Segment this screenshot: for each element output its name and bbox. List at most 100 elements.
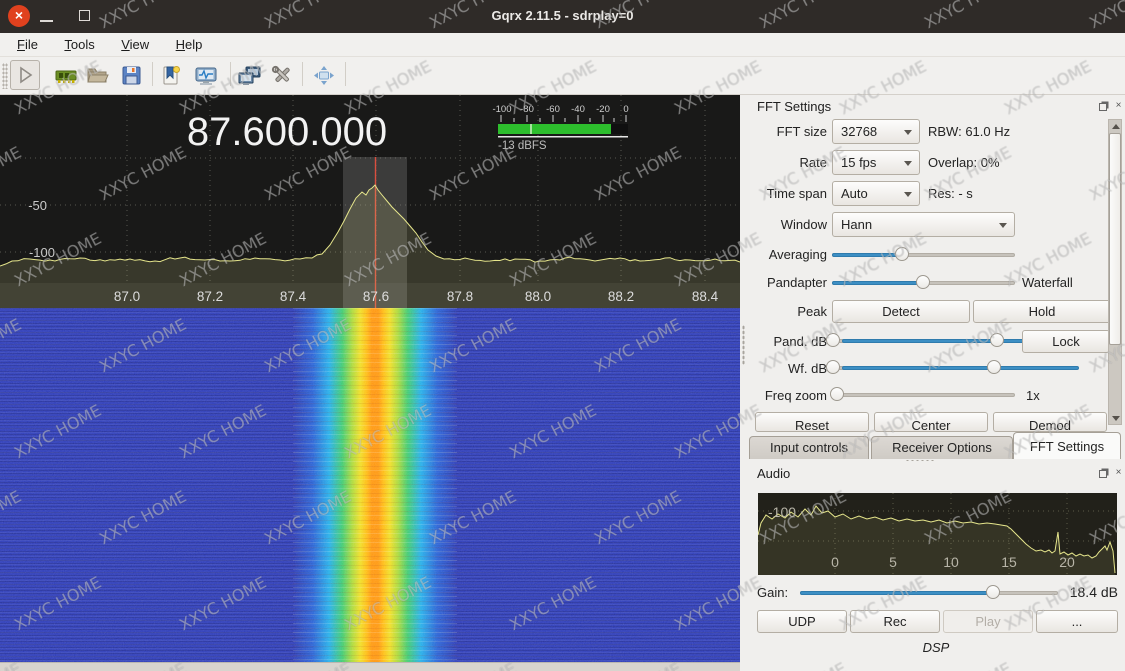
waterfall-display[interactable]: [0, 308, 740, 663]
scroll-down-icon[interactable]: [1112, 416, 1120, 421]
udp-button[interactable]: UDP: [757, 610, 847, 633]
fft-size-value: 32768: [841, 124, 877, 139]
svg-text:0: 0: [831, 554, 839, 570]
fft-size-label: FFT size: [747, 124, 827, 139]
save-settings-button[interactable]: [118, 61, 146, 89]
tab-input-controls[interactable]: Input controls: [749, 436, 869, 459]
start-dsp-button[interactable]: [10, 60, 40, 90]
wf-db-high-handle[interactable]: [987, 360, 1001, 374]
scroll-up-icon[interactable]: [1112, 124, 1120, 129]
chevron-down-icon: [999, 223, 1007, 228]
time-span-combo[interactable]: Auto: [832, 181, 920, 206]
menu-file[interactable]: File: [6, 33, 49, 55]
chevron-down-icon: [904, 130, 912, 135]
svg-text:-20: -20: [596, 104, 610, 115]
svg-text:87.8: 87.8: [447, 289, 473, 304]
rate-combo[interactable]: 15 fps: [832, 150, 920, 175]
audio-options-button[interactable]: ...: [1036, 610, 1118, 633]
rec-button[interactable]: Rec: [850, 610, 940, 633]
fft-settings-title: FFT Settings: [757, 99, 831, 114]
peak-hold-button[interactable]: Hold: [973, 300, 1111, 323]
pandapter-spectrum[interactable]: -50 -100 87.0 87.2 87.4 87.6 87.8 88.0 8…: [0, 95, 740, 308]
panel-splitter[interactable]: [740, 95, 747, 671]
wf-db-label: Wf. dB: [747, 361, 827, 376]
svg-text:20: 20: [1059, 554, 1075, 570]
tab-fft-settings[interactable]: FFT Settings: [1013, 432, 1121, 459]
pandapter-label: Pandapter: [747, 275, 827, 290]
y-tick-minus100: -100: [29, 245, 55, 260]
gain-value: 18.4 dB: [1060, 584, 1118, 600]
fft-size-combo[interactable]: 32768: [832, 119, 920, 144]
svg-text:10: 10: [943, 554, 959, 570]
configure-tools-button[interactable]: [268, 61, 296, 89]
window-title: Gqrx 2.11.5 - sdrplay=0: [0, 8, 1125, 23]
pandapter-slider-handle[interactable]: [916, 275, 930, 289]
panel-splitter-handle[interactable]: [742, 325, 745, 365]
dock-float-icon[interactable]: [1099, 103, 1107, 111]
rbw-info: RBW: 61.0 Hz: [928, 124, 1010, 139]
svg-text:5: 5: [889, 554, 897, 570]
pand-db-low-handle[interactable]: [826, 333, 840, 347]
dsp-status-label: DSP: [747, 640, 1125, 655]
toolbar-separator: [230, 62, 231, 86]
audio-y-label: -100: [768, 504, 796, 520]
oscilloscope-icon: [194, 64, 218, 88]
svg-text:0: 0: [623, 104, 628, 115]
toolbar-grip[interactable]: [2, 63, 8, 89]
window-fn-label: Window: [747, 217, 827, 232]
gain-slider[interactable]: [800, 585, 1058, 601]
dsp-monitor-button[interactable]: [192, 61, 220, 89]
demod-button[interactable]: Demod: [993, 412, 1107, 432]
audio-fft-plot[interactable]: -100 0 5 10 15 20: [758, 493, 1117, 575]
window-fn-value: Hann: [841, 217, 872, 232]
svg-text:88.2: 88.2: [608, 289, 634, 304]
wf-db-low-handle[interactable]: [826, 360, 840, 374]
tab-receiver-options[interactable]: Receiver Options: [871, 436, 1013, 459]
averaging-slider-handle[interactable]: [895, 247, 909, 261]
pandapter-split-slider[interactable]: [832, 275, 1015, 291]
fft-settings-dock: FFT Settings × FFT size 32768 RBW: 61.0 …: [747, 95, 1125, 432]
remote-control-button[interactable]: [236, 61, 264, 89]
load-settings-button[interactable]: [84, 61, 112, 89]
frequency-display[interactable]: 87.600.000: [187, 110, 387, 154]
freq-zoom-slider-handle[interactable]: [830, 387, 844, 401]
peak-label: Peak: [747, 304, 827, 319]
window-fn-combo[interactable]: Hann: [832, 212, 1015, 237]
svg-text:87.4: 87.4: [280, 289, 307, 304]
reset-button[interactable]: Reset: [755, 412, 869, 432]
menubar: File Tools View Help: [0, 33, 1125, 57]
configure-io-button[interactable]: [52, 61, 80, 89]
bookmarks-button[interactable]: [158, 61, 186, 89]
menu-view[interactable]: View: [110, 33, 160, 55]
waterfall-noise-texture: [0, 308, 740, 663]
menu-tools[interactable]: Tools: [53, 33, 105, 55]
dock-close-icon[interactable]: ×: [1113, 100, 1124, 111]
y-tick-minus50: -50: [28, 198, 47, 213]
bookmark-icon: [160, 64, 184, 88]
wf-db-range-slider[interactable]: [832, 360, 1015, 376]
save-floppy-icon: [120, 64, 144, 88]
tools-icon: [270, 64, 294, 88]
dbfs-bar-level: [498, 124, 611, 134]
freq-zoom-label: Freq zoom: [747, 388, 827, 403]
fullscreen-button[interactable]: [310, 61, 338, 89]
peak-detect-button[interactable]: Detect: [832, 300, 970, 323]
fft-scrollbar-thumb[interactable]: [1109, 133, 1121, 345]
pand-db-range-slider[interactable]: [832, 333, 1015, 349]
lock-button[interactable]: Lock: [1022, 330, 1110, 353]
averaging-label: Averaging: [747, 247, 827, 262]
audio-close-icon[interactable]: ×: [1113, 467, 1124, 478]
audio-float-icon[interactable]: [1099, 470, 1107, 478]
freq-zoom-slider[interactable]: [832, 387, 1015, 403]
fft-scrollbar[interactable]: [1108, 119, 1122, 425]
averaging-slider[interactable]: [832, 247, 1015, 263]
res-info: Res: - s: [928, 186, 973, 201]
dock-splitter-handle[interactable]: [905, 459, 935, 462]
time-span-label: Time span: [747, 186, 827, 201]
gain-slider-handle[interactable]: [986, 585, 1000, 599]
pand-db-high-handle[interactable]: [990, 333, 1004, 347]
remote-computers-icon: [237, 64, 263, 88]
svg-text:-80: -80: [520, 104, 534, 115]
center-button[interactable]: Center: [874, 412, 988, 432]
menu-help[interactable]: Help: [165, 33, 214, 55]
